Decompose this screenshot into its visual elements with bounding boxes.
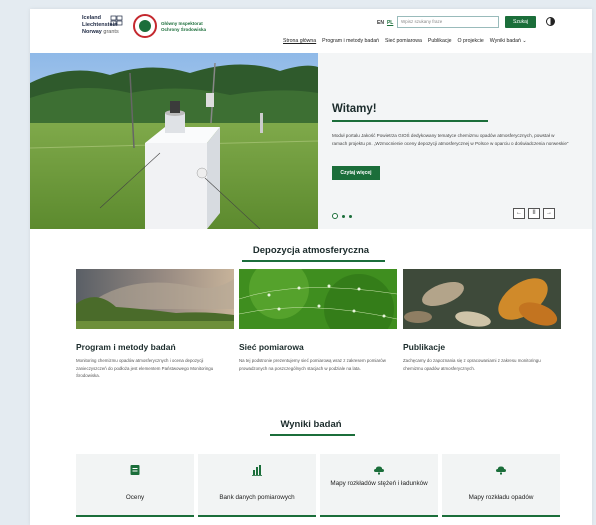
language-switcher: EN PL [377,20,393,26]
read-more-button[interactable]: Czytaj więcej [332,166,380,180]
results-section-title: Wyniki badań [280,419,342,430]
slider-dot[interactable] [349,214,352,218]
slider-dots [332,213,352,219]
site-header: Iceland Liechtenstein Norway grants Głów… [30,9,592,53]
search-input[interactable]: Wpisz szukany fraze [397,16,499,28]
hero-title-underline [332,120,488,122]
tile-data-bank-label: Bank danych pomiarowych [219,494,295,501]
page: Iceland Liechtenstein Norway grants Głów… [30,9,592,525]
hero-slider: Witamy! Moduł portalu Jakość Powietrza G… [30,53,592,229]
contrast-toggle-icon[interactable] [546,17,555,26]
slider-prev-button[interactable]: ← [513,208,525,219]
card-network-description: Na tej podstronie prezentujemy sieć pomi… [239,358,386,371]
card-publications-title: Publikacje [403,342,446,352]
tile-data-bank[interactable]: Bank danych pomiarowych [198,454,316,517]
slider-next-button[interactable]: → [543,208,555,219]
card-program-title: Program i metody badań [76,342,176,352]
lang-en-link[interactable]: EN [377,20,384,26]
nav-item-results[interactable]: Wyniki badań ⌄ [490,38,527,46]
slider-dot[interactable] [332,213,338,219]
search-button[interactable]: Szukaj [505,16,536,28]
hero-image [30,53,318,229]
gios-logo-line2: Ochrony Środowiska [161,26,207,32]
deposition-title-underline [242,260,385,262]
nav-item-publications[interactable]: Publikacje [428,38,452,46]
results-title-underline [270,434,355,436]
card-program[interactable]: Program i metody badań Monitoring chemiz… [76,269,236,380]
tile-precipitation-maps-label: Mapy rozkładu opadów [468,494,534,501]
gios-emblem-icon [133,14,157,38]
lang-pl-link[interactable]: PL [387,20,393,26]
tile-precipitation-maps[interactable]: Mapy rozkładu opadów [442,454,560,517]
nav-item-network[interactable]: Sieć pomiarowa [385,38,422,46]
tile-assessments-label: Oceny [125,494,145,501]
slider-dot[interactable] [342,214,345,218]
slider-controls: ← II → [513,208,555,219]
hero-title: Witamy! [332,103,377,115]
hero-text: Witamy! Moduł portalu Jakość Powietrza G… [332,103,577,148]
card-program-description: Monitoring chemizmu opadów atmosferyczny… [76,358,214,378]
slider-pause-button[interactable]: II [528,208,540,219]
hero-description: Moduł portalu Jakość Powietrza GIOŚ dedy… [332,133,569,146]
rain-cloud-icon [496,466,506,475]
card-publications[interactable]: Publikacje Zachęcamy do zapoznania się z… [403,269,563,372]
chevron-down-icon: ⌄ [522,38,527,44]
card-network-image [239,269,397,329]
nav-item-program[interactable]: Program i metody badań [322,38,379,46]
map-cloud-icon [374,466,384,475]
logo-line-norway: Norway [82,29,102,35]
card-program-image [76,269,234,329]
deposition-section-title: Depozycja atmosferyczna [252,245,370,256]
nav-item-about[interactable]: O projekcie [458,38,484,46]
card-publications-image [403,269,561,329]
main-nav: Strona główna Program i metody badań Sie… [283,38,527,46]
tile-concentration-maps[interactable]: Mapy rozkładów stężeń i ładunków [320,454,438,517]
gios-logo[interactable]: Główny Inspektorat Ochrony Środowiska [133,14,213,42]
bar-chart-icon [252,465,262,476]
logo-line-grants: grants [103,29,119,35]
norway-grants-flag-icon [110,15,123,26]
card-network[interactable]: Sieć pomiarowa Na tej podstronie prezent… [239,269,399,372]
card-publications-description: Zachęcamy do zapoznania się z opracowani… [403,358,541,371]
tile-assessments[interactable]: Oceny [76,454,194,517]
tile-concentration-maps-label: Mapy rozkładów stężeń i ładunków [330,480,428,487]
norway-grants-logo[interactable]: Iceland Liechtenstein Norway grants [82,15,130,45]
document-icon [130,465,140,475]
nav-item-home[interactable]: Strona główna [283,38,316,46]
card-network-title: Sieć pomiarowa [239,342,304,352]
